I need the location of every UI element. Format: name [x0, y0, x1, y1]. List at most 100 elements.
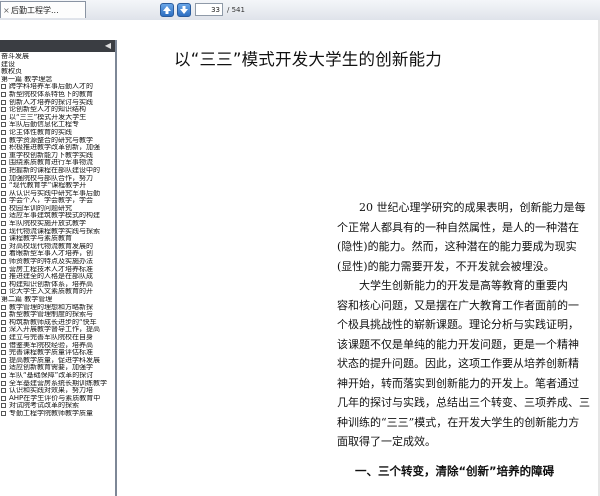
page-icon: [1, 228, 6, 234]
chevron-left-icon[interactable]: ◀: [105, 41, 111, 51]
bookmark-item[interactable]: 完善课程教学质量评估标准: [0, 349, 115, 357]
bookmark-label: 建立与完善军队院校在自身: [9, 333, 93, 341]
bookmark-label: 第一篇 教学理念: [1, 75, 53, 83]
bookmark-item[interactable]: 对试院考试改革的探索: [0, 402, 115, 410]
page-icon: [1, 167, 6, 173]
bookmark-item[interactable]: 构筑新教师成长进步的“快车: [0, 319, 115, 327]
page-icon: [1, 327, 6, 333]
bookmark-item[interactable]: 提高教学质量，促进学科发展: [0, 357, 115, 365]
bookmark-section[interactable]: 建设: [0, 61, 115, 69]
bookmark-label: 教学资源整合的研究与教学: [9, 136, 93, 144]
bookmark-item[interactable]: 校园军训的问题研究: [0, 205, 115, 213]
next-page-button[interactable]: [177, 3, 191, 17]
toolbar: ×后勤工程学... 33 / 541: [0, 0, 600, 21]
page-number-input[interactable]: 33: [195, 3, 223, 16]
page-icon: [1, 357, 6, 363]
page-icon: [1, 372, 6, 378]
bookmark-item[interactable]: 借鉴美军院校经验，培养高: [0, 342, 115, 350]
bookmark-item[interactable]: 从认识与实践中研究军事后勤: [0, 190, 115, 198]
page-icon: [1, 107, 6, 113]
bookmark-item[interactable]: 师资教学的特点及实施办法: [0, 258, 115, 266]
bookmark-item[interactable]: 着眼新型军事人才培养，创: [0, 250, 115, 258]
bookmark-label: 创新人才培养的探讨与实践: [9, 98, 93, 106]
bookmark-label: 军队院校实施开放式教学: [9, 220, 86, 228]
bookmark-item[interactable]: 适应创新教育需要，加强学: [0, 364, 115, 372]
page-icon: [1, 342, 6, 348]
bookmark-section[interactable]: 奋斗发展: [0, 53, 115, 61]
bookmark-item[interactable]: “现代教育学”课程教学开: [0, 182, 115, 190]
bookmark-label: 论大学生入文素质教育的开: [9, 288, 93, 296]
tab-close-icon[interactable]: ×: [3, 2, 11, 18]
bookmark-label: 对试院考试改革的探索: [9, 402, 79, 410]
page-icon: [1, 160, 6, 166]
page-icon: [1, 205, 6, 211]
bookmark-tree: 奋斗发展 建设 教权页 第一篇 教学理念 跨学科培养军事后勤人才的 新型院校体系特色下的教…: [0, 53, 115, 418]
bookmark-item[interactable]: 重学校创新能力下教学实践: [0, 152, 115, 160]
bookmark-item[interactable]: 军队后勤信息化工程专: [0, 121, 115, 129]
bookmark-item[interactable]: 军队“基础保障”改革的探讨: [0, 372, 115, 380]
bookmark-label: 营房工程技术人才培养标准: [9, 265, 93, 273]
bookmark-item[interactable]: 教学资源整合的研究与教学: [0, 137, 115, 145]
bookmark-item[interactable]: 创新人才培养的探讨与实践: [0, 99, 115, 107]
bookmark-item[interactable]: 课程教学与素质教育: [0, 235, 115, 243]
section-heading: 一、三个转变，清除“创新”培养的障碍: [355, 464, 555, 478]
page-icon: [1, 259, 6, 265]
bookmark-item[interactable]: 新型院校体系特色下的教育: [0, 91, 115, 99]
bookmark-label: 课程教学与素质教育: [9, 235, 72, 243]
document-title: 以“三三”模式开发大学生的创新能力: [174, 50, 442, 69]
bookmark-item[interactable]: 积极推进教学改革创新，加强: [0, 144, 115, 152]
paragraph-line: 种训练的“三三”模式，在开发大学生的创新能力方: [337, 415, 580, 429]
bookmark-item[interactable]: 军队院校实施开放式教学: [0, 220, 115, 228]
bookmark-section[interactable]: 第一篇 教学理念: [0, 76, 115, 84]
page-icon: [1, 350, 6, 356]
bookmark-label: “现代教育学”课程教学开: [9, 182, 87, 190]
document-tab[interactable]: ×后勤工程学...: [0, 1, 86, 18]
page-icon: [1, 380, 6, 386]
bookmark-item[interactable]: 以“三三”模式开发大学生: [0, 114, 115, 122]
bookmark-item[interactable]: 加强院校与部队合作，努力: [0, 175, 115, 183]
bookmark-label: 现代物流课程教学实践与探索: [9, 227, 100, 235]
bookmark-item[interactable]: 新型教学管理制度的探索与: [0, 311, 115, 319]
bookmark-label: 深入开展教学督导工作，提高: [9, 326, 100, 334]
bookmark-label: 适应创新教育需要，加强学: [9, 364, 93, 372]
bookmark-item[interactable]: 围绕素质教育进行军事物流: [0, 159, 115, 167]
bookmark-item[interactable]: 认识和实践对效果，努力培: [0, 387, 115, 395]
bookmark-item[interactable]: 跨学科培养军事后勤人才的: [0, 83, 115, 91]
bookmark-item[interactable]: 把握新的课程在部队建设中的: [0, 167, 115, 175]
arrow-up-icon: [163, 6, 171, 14]
bookmark-label: 全军基建营房系统长期训练教学: [9, 379, 107, 387]
bookmark-label: AHP在学生评价与素质教育中: [9, 394, 101, 402]
bookmark-label: 奋斗发展: [1, 53, 29, 60]
previous-page-button[interactable]: [160, 3, 174, 17]
bookmark-item[interactable]: 现代物流课程教学实践与探索: [0, 228, 115, 236]
bookmark-item[interactable]: 建立与完善军队院校在自身: [0, 334, 115, 342]
bookmark-item[interactable]: 适应军事建筑教学模式的构建: [0, 212, 115, 220]
bookmark-label: 教学管理的理想和方略新探: [9, 303, 93, 311]
page-icon: [1, 91, 6, 97]
bookmark-label: 校园军训的问题研究: [9, 204, 72, 212]
bookmark-section[interactable]: 教权页: [0, 68, 115, 76]
bookmark-item[interactable]: 构建知识创新体系，培养高: [0, 281, 115, 289]
bookmark-item[interactable]: 论大学生入文素质教育的开: [0, 288, 115, 296]
bookmark-label: 推进建全的人格是在部队成: [9, 273, 93, 281]
bookmark-label: 借鉴美军院校经验，培养高: [9, 341, 93, 349]
bookmark-item[interactable]: 营房工程技术人才培养标准: [0, 266, 115, 274]
page-icon: [1, 304, 6, 310]
bookmark-item[interactable]: 专勤工程学院教师教学质量: [0, 410, 115, 418]
bookmark-item[interactable]: AHP在学生评价与素质教育中: [0, 395, 115, 403]
bookmark-item[interactable]: 学会个人，学会教学，学会: [0, 197, 115, 205]
bookmark-section[interactable]: 第二篇 教学管理: [0, 296, 115, 304]
bookmark-item[interactable]: 论创新型人才的知识结构: [0, 106, 115, 114]
bookmark-item[interactable]: 对高校现代物流教育发展的: [0, 243, 115, 251]
page-icon: [1, 213, 6, 219]
page-icon: [1, 198, 6, 204]
bookmark-item[interactable]: 教学管理的理想和方略新探: [0, 304, 115, 312]
bookmark-label: 完善课程教学质量评估标准: [9, 349, 93, 357]
bookmark-item[interactable]: 全军基建营房系统长期训练教学: [0, 380, 115, 388]
bookmark-item[interactable]: 深入开展教学督导工作，提高: [0, 326, 115, 334]
bookmark-label: 专勤工程学院教师教学质量: [9, 409, 93, 417]
page-icon: [1, 243, 6, 249]
bookmark-item[interactable]: 论主体性教育的实践: [0, 129, 115, 137]
bookmark-label: 军队“基础保障”改革的探讨: [9, 371, 94, 379]
bookmark-item[interactable]: 推进建全的人格是在部队成: [0, 273, 115, 281]
